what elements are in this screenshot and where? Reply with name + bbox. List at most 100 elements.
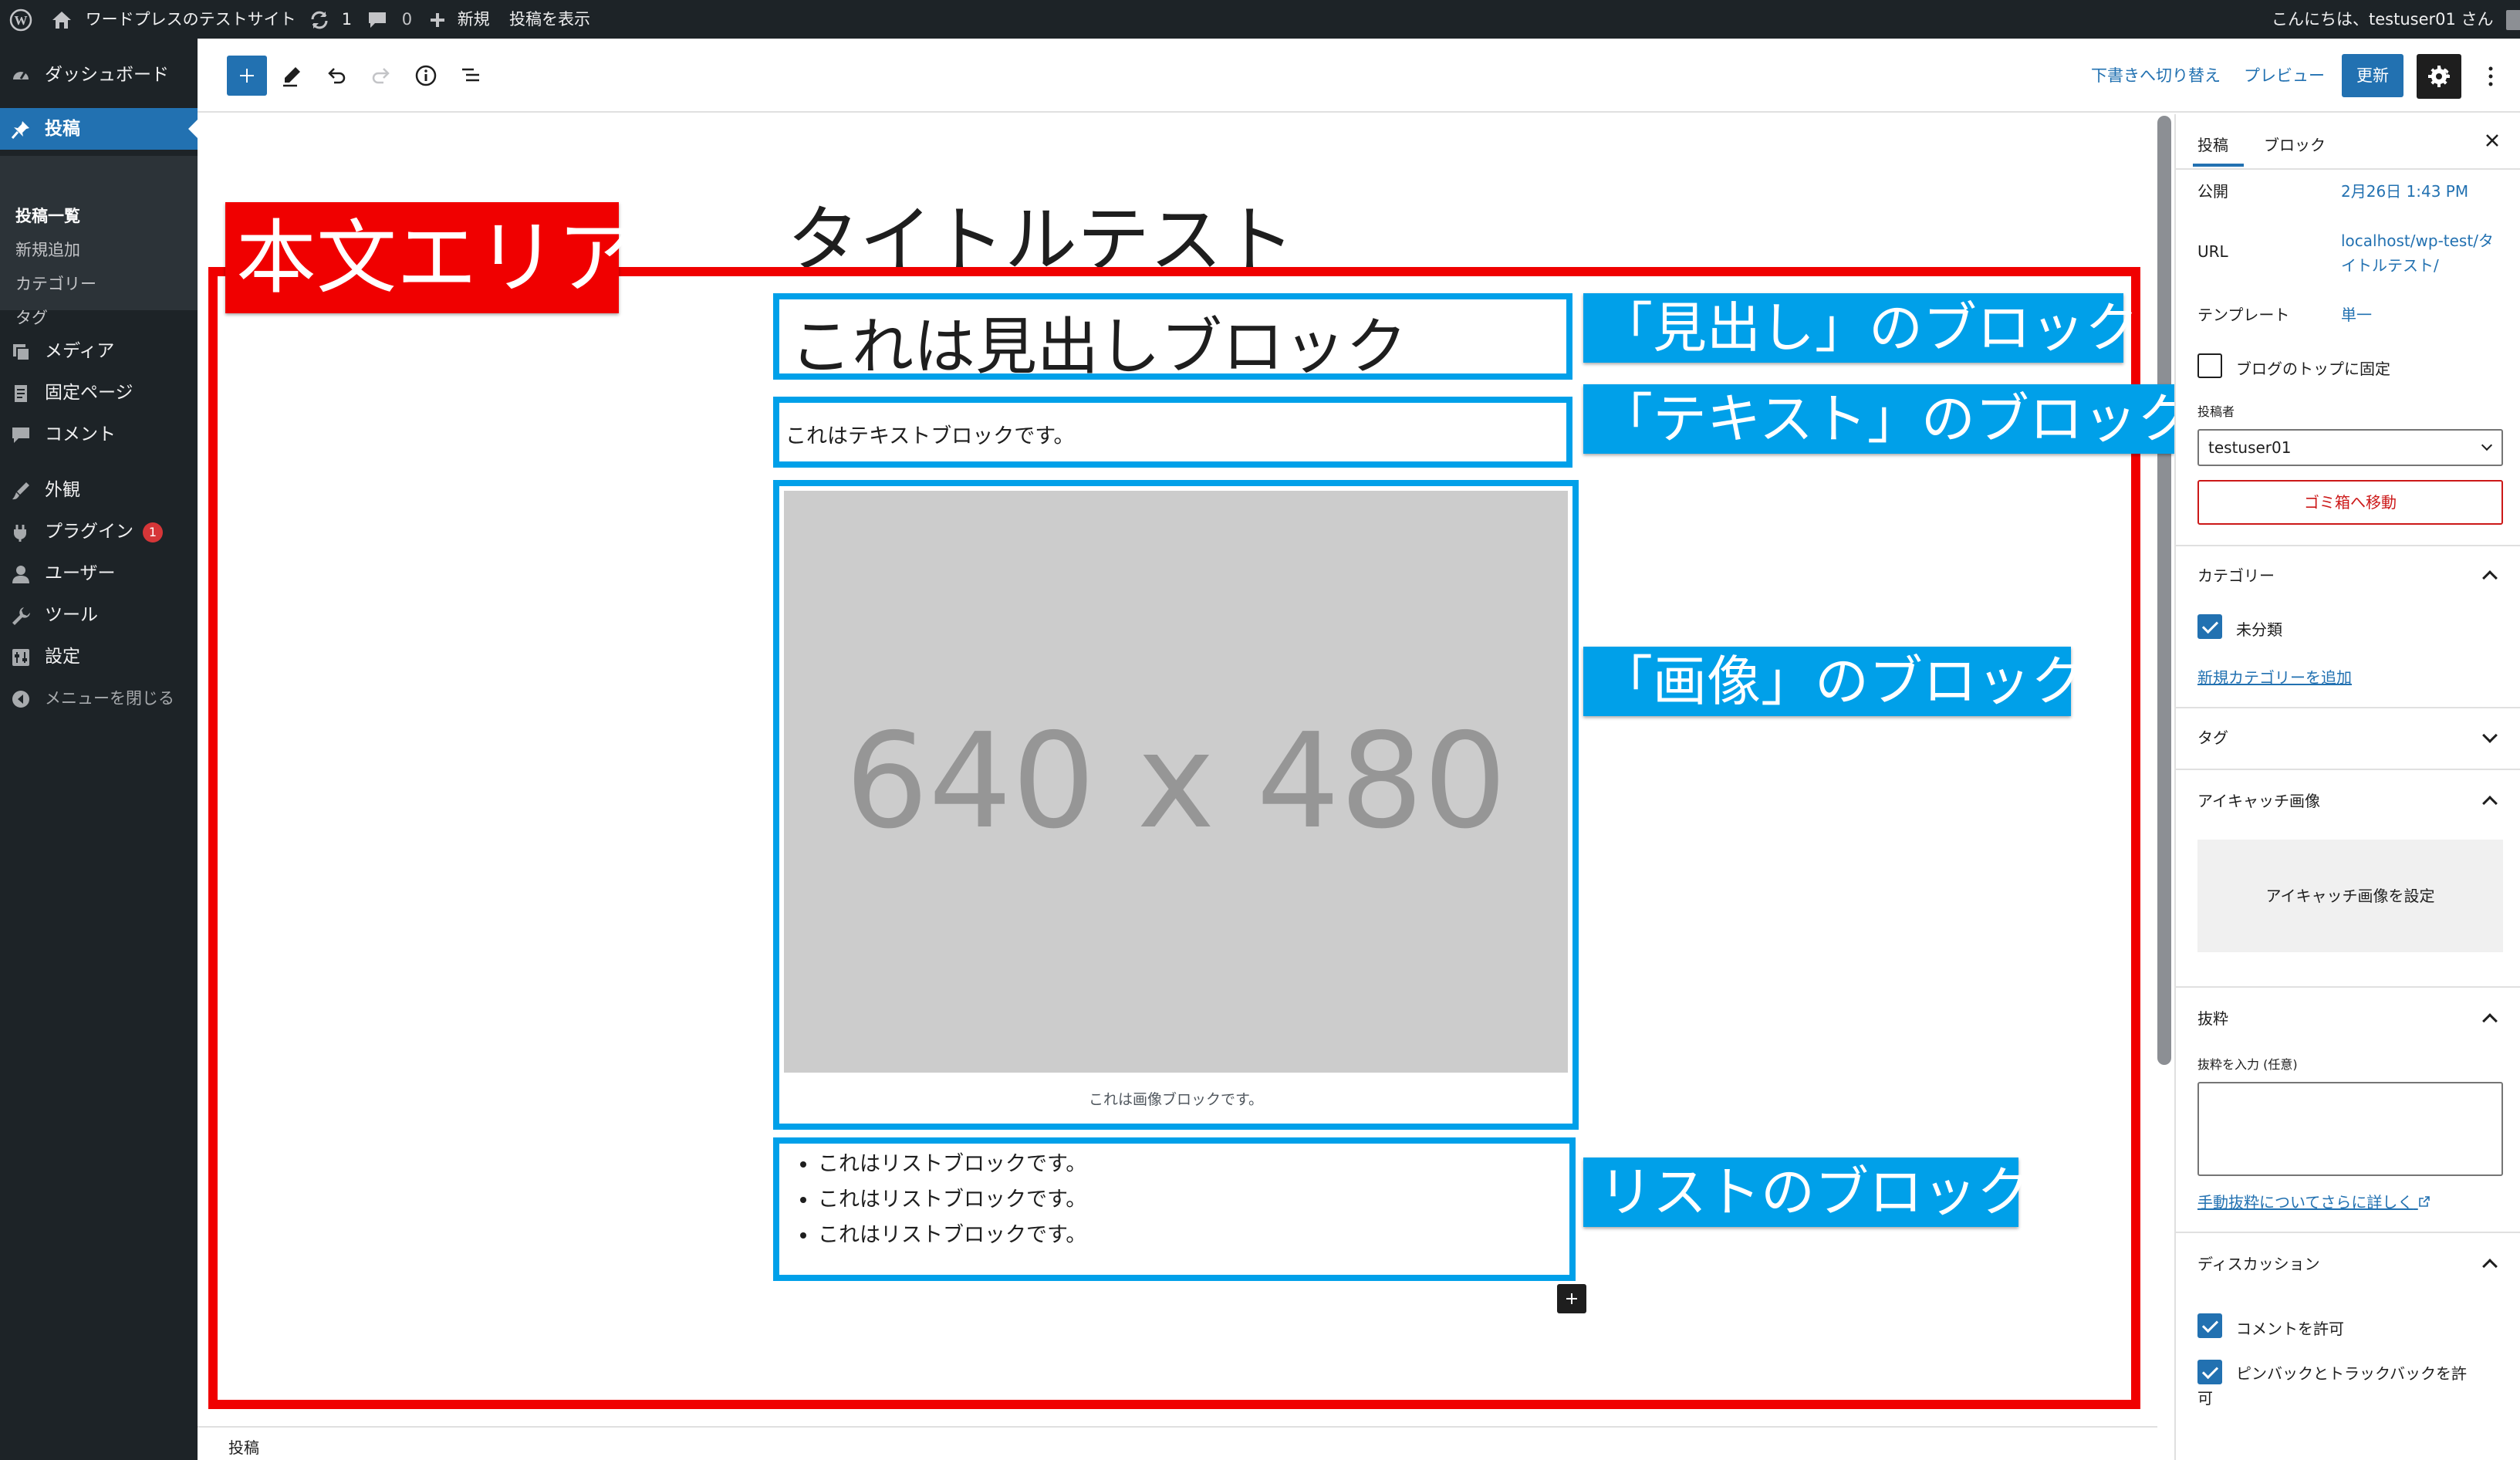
home-icon (51, 10, 73, 29)
publish-date-button[interactable]: 2月26日 1:43 PM (2341, 179, 2468, 201)
new-content-link[interactable]: 新規 (429, 0, 490, 39)
pencil-icon (283, 67, 300, 87)
greeting: こんにちは、testuser01 さん (2272, 10, 2494, 29)
sidebar-item-pages[interactable]: 固定ページ (0, 372, 198, 414)
collapse-menu-button[interactable]: メニューを閉じる (0, 678, 198, 719)
plugin-icon (14, 525, 26, 542)
divider (2176, 1232, 2520, 1233)
sidebar-item-label: 設定 (45, 647, 80, 667)
updates-link[interactable]: 1 (309, 0, 352, 39)
editor-toolbar: 下書きへ切り替え プレビュー 更新 (198, 39, 2520, 113)
redo-button[interactable] (361, 56, 401, 96)
sidebar-item-appearance[interactable]: 外観 (0, 469, 198, 511)
tags-panel-title[interactable]: タグ (2197, 725, 2228, 748)
preview-button[interactable]: プレビュー (2244, 39, 2325, 113)
template-label: テンプレート (2197, 306, 2290, 324)
category-label: 未分類 (2236, 620, 2282, 639)
tab-block[interactable]: ブロック (2264, 133, 2326, 155)
sidebar-item-label: ユーザー (45, 563, 116, 583)
chevron-down-icon[interactable] (2482, 728, 2498, 743)
list-view-button[interactable] (451, 56, 491, 96)
current-menu-arrow (188, 120, 198, 138)
sidebar-item-label: メニューを閉じる (45, 689, 174, 708)
collapse-icon (12, 691, 29, 708)
info-icon (415, 65, 437, 86)
add-category-link[interactable]: 新規カテゴリーを追加 (2197, 665, 2352, 688)
comments-link[interactable]: 0 (367, 0, 412, 39)
details-button[interactable] (406, 56, 446, 96)
url-link-line2[interactable]: イトルテスト/ (2341, 253, 2439, 275)
chevron-up-icon[interactable] (2482, 796, 2498, 811)
set-featured-image-button[interactable]: アイキャッチ画像を設定 (2197, 840, 2503, 952)
submenu-tags[interactable]: タグ (15, 306, 48, 329)
chevron-up-icon[interactable] (2482, 1259, 2498, 1274)
switch-to-draft-button[interactable]: 下書きへ切り替え (2091, 39, 2221, 113)
gear-icon (2428, 66, 2450, 87)
template-button[interactable]: 単一 (2341, 302, 2372, 325)
sidebar-item-label: メディア (45, 341, 115, 361)
submenu-all-posts[interactable]: 投稿一覧 (15, 204, 80, 227)
sidebar-item-dashboard[interactable]: ダッシュボード (0, 54, 198, 96)
url-link-line1[interactable]: localhost/wp-test/タ (2341, 228, 2494, 251)
sidebar-item-label: 外観 (45, 480, 80, 500)
submenu-add-new[interactable]: 新規追加 (15, 238, 80, 261)
excerpt-help-link-text: 手動抜粋についてさらに詳しく (2197, 1193, 2414, 1212)
redo-icon (372, 68, 390, 84)
add-block-button[interactable] (227, 56, 267, 96)
submenu-categories[interactable]: カテゴリー (15, 272, 96, 295)
sticky-checkbox[interactable] (2197, 353, 2222, 378)
sidebar-item-posts[interactable]: 投稿 (0, 108, 198, 150)
updates-count: 1 (341, 10, 353, 29)
discussion-panel-title[interactable]: ディスカッション (2197, 1252, 2320, 1274)
media-icon (13, 344, 30, 361)
sidebar-item-tools[interactable]: ツール (0, 594, 198, 636)
new-label: 新規 (457, 10, 490, 29)
site-name: ワードプレスのテストサイト (85, 10, 296, 29)
sticky-label: ブログのトップに固定 (2236, 360, 2390, 378)
settings-sidebar: 投稿 ブロック 公開 2月26日 1:43 PM URL localhost/w… (2174, 114, 2520, 1460)
excerpt-input-label: 抜粋を入力 (任意) (2197, 1057, 2298, 1072)
move-to-trash-button[interactable]: ゴミ箱へ移動 (2197, 480, 2503, 525)
tools-button[interactable] (272, 56, 312, 96)
chevron-up-icon[interactable] (2482, 570, 2498, 586)
sidebar-item-users[interactable]: ユーザー (0, 553, 198, 594)
chevron-up-icon[interactable] (2482, 1013, 2498, 1029)
plugins-update-badge: 1 (143, 522, 163, 542)
divider (2176, 545, 2520, 546)
breadcrumb[interactable]: 投稿 (228, 1435, 259, 1458)
comments-count: 0 (401, 10, 413, 29)
divider (2176, 769, 2520, 770)
category-checkbox[interactable] (2197, 614, 2222, 639)
user-icon (12, 566, 29, 583)
allow-pingbacks-label-line2: 可 (2197, 1389, 2213, 1408)
text-block-label: 「テキスト」のブロック (1583, 384, 2191, 454)
wordpress-logo-icon[interactable]: W (9, 0, 32, 39)
excerpt-panel-title[interactable]: 抜粋 (2197, 1006, 2228, 1029)
editor-footer: 投稿 (198, 1426, 2157, 1460)
update-button[interactable]: 更新 (2342, 54, 2403, 97)
excerpt-textarea[interactable] (2197, 1082, 2503, 1176)
list-block-label: リストのブロック (1583, 1158, 2031, 1227)
sidebar-item-settings[interactable]: 設定 (0, 636, 198, 678)
sidebar-item-comments[interactable]: コメント (0, 414, 198, 455)
author-select[interactable]: testuser01 (2197, 429, 2503, 466)
account-menu[interactable]: こんにちは、testuser01 さん (2272, 0, 2520, 39)
undo-button[interactable] (316, 56, 356, 96)
divider (2176, 707, 2520, 708)
featured-image-panel-title[interactable]: アイキャッチ画像 (2197, 789, 2320, 811)
canvas-scrollbar[interactable] (2157, 116, 2171, 1065)
excerpt-help-link[interactable]: 手動抜粋についてさらに詳しく (2197, 1190, 2430, 1212)
more-options-button[interactable] (2475, 54, 2506, 99)
allow-pingbacks-checkbox[interactable] (2197, 1360, 2222, 1384)
tab-post[interactable]: 投稿 (2197, 133, 2228, 155)
close-settings-button[interactable] (2483, 131, 2501, 153)
view-post-link[interactable]: 投稿を表示 (509, 0, 590, 39)
external-link-icon (2418, 1196, 2430, 1207)
settings-toggle-button[interactable] (2417, 54, 2461, 99)
admin-bar: W ワードプレスのテストサイト 1 0 新規 投稿を表示 こんにちは、testu… (0, 0, 2520, 39)
sidebar-item-plugins[interactable]: プラグイン 1 (0, 511, 198, 553)
site-name-link[interactable]: ワードプレスのテストサイト (51, 0, 296, 39)
allow-comments-checkbox[interactable] (2197, 1313, 2222, 1338)
sidebar-item-media[interactable]: メディア (0, 330, 198, 372)
categories-panel-title[interactable]: カテゴリー (2197, 563, 2275, 586)
